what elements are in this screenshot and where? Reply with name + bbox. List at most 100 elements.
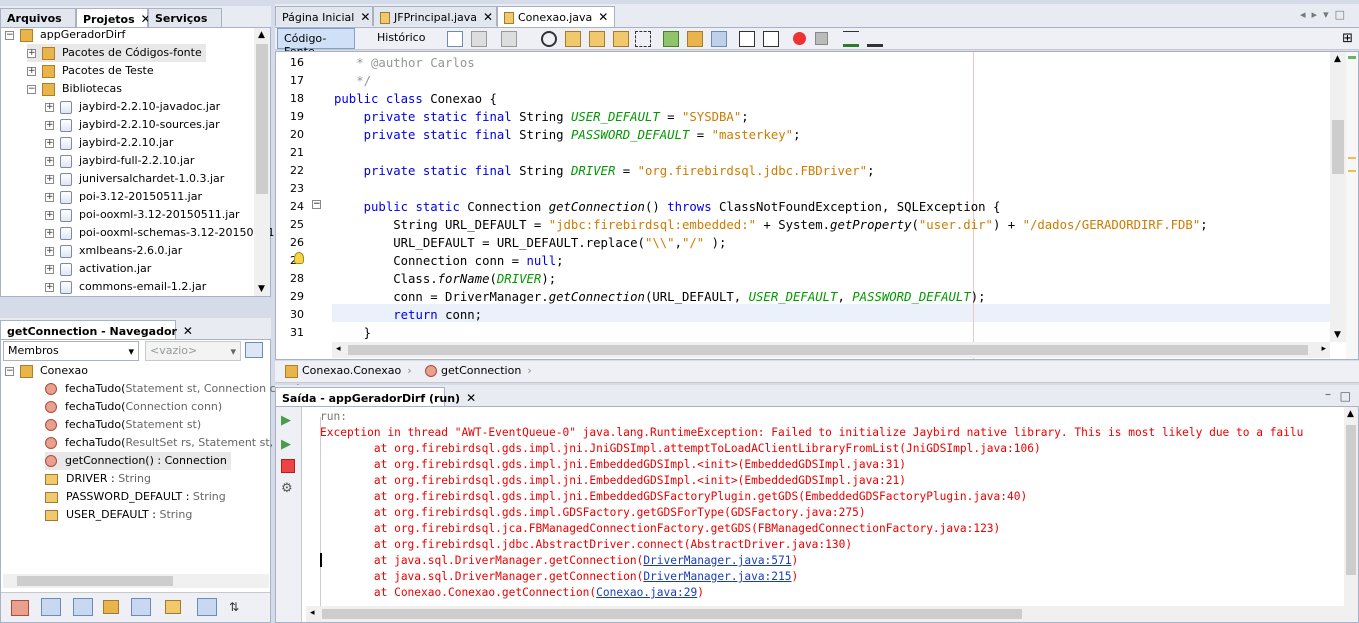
library-item[interactable]: + juniversalchardet-1.0.3.jar — [45, 170, 224, 188]
close-icon[interactable]: ✕ — [183, 324, 193, 338]
code-line[interactable]: Class.forName(DRIVER); — [334, 270, 556, 288]
back-icon[interactable] — [447, 31, 463, 47]
close-icon[interactable]: ✕ — [598, 10, 608, 24]
code-line[interactable]: } — [334, 324, 371, 342]
library-item[interactable]: + jaybird-2.2.10.jar — [45, 134, 173, 152]
close-icon[interactable]: ✕ — [483, 10, 493, 24]
shift-right-icon[interactable] — [763, 31, 779, 47]
editor-hscrollbar[interactable]: ◂ ▸ — [332, 342, 1330, 358]
library-item[interactable]: + jaybird-2.2.10-sources.jar — [45, 116, 220, 134]
fold-icon[interactable]: − — [312, 200, 321, 209]
sort-icon[interactable] — [165, 600, 181, 614]
editor-vscrollbar[interactable]: ▲ ▼ — [1330, 52, 1346, 342]
navigator-member[interactable]: fechaTudo(Statement st) — [45, 416, 201, 434]
uncomment-icon[interactable] — [867, 31, 883, 47]
static-toggle-icon[interactable] — [73, 598, 93, 616]
tree-root[interactable]: − appGeradorDirf — [5, 26, 125, 44]
navigator-member[interactable]: fechaTudo(Connection conn) — [45, 398, 222, 416]
code-line[interactable]: URL_DEFAULT = URL_DEFAULT.replace("\\","… — [334, 234, 726, 252]
close-icon[interactable]: ✕ — [466, 391, 476, 405]
tab-navigator[interactable]: getConnection - Navegador ✕ — [0, 320, 193, 341]
output-vscrollbar[interactable]: ▲ — [1344, 407, 1358, 622]
close-icon[interactable]: ✕ — [360, 10, 370, 24]
code-line[interactable]: private static final String USER_DEFAULT… — [334, 108, 749, 126]
find-previous-icon[interactable] — [565, 31, 581, 47]
stacktrace-link[interactable]: DriverManager.java:571 — [643, 554, 791, 567]
tree-node-libs[interactable]: − Bibliotecas — [27, 80, 122, 98]
output-hscrollbar[interactable]: ◂ — [306, 606, 1344, 622]
code-line[interactable]: Connection conn = null; — [334, 252, 563, 270]
lock-icon[interactable] — [103, 600, 119, 614]
comment-icon[interactable] — [843, 31, 859, 47]
tree-node-tests[interactable]: + Pacotes de Teste — [27, 62, 154, 80]
library-item[interactable]: + poi-ooxml-3.12-20150511.jar — [45, 206, 240, 224]
navigator-member[interactable]: fechaTudo(ResultSet rs, Statement st, Co… — [45, 434, 298, 452]
code-line[interactable]: conn = DriverManager.getConnection(URL_D… — [334, 288, 985, 306]
tab-pagina-inicial[interactable]: Página Inicial ✕ — [275, 6, 373, 26]
code-line[interactable]: * @author Carlos — [334, 54, 474, 72]
library-item[interactable]: + poi-3.12-20150511.jar — [45, 188, 202, 206]
sort-by-name-icon[interactable] — [197, 598, 217, 616]
stacktrace-link[interactable]: DriverManager.java:215 — [643, 570, 791, 583]
toggle-bookmark-icon[interactable] — [711, 31, 727, 47]
next-bookmark-icon[interactable] — [687, 31, 703, 47]
breadcrumb-method[interactable]: getConnection › — [425, 364, 532, 377]
record-macro-icon[interactable] — [793, 32, 806, 45]
navigator-member[interactable]: PASSWORD_DEFAULT : String — [45, 488, 226, 506]
navigator-options-icon[interactable] — [245, 342, 263, 358]
forward-icon[interactable] — [471, 31, 487, 47]
last-edit-icon[interactable] — [501, 31, 517, 47]
code-line[interactable]: return conn; — [334, 306, 482, 324]
view-source-button[interactable]: Código-Fonte — [277, 28, 355, 58]
code-line[interactable]: */ — [334, 72, 371, 90]
projects-scrollbar[interactable]: ▲ ▼ — [254, 28, 270, 296]
code-editor[interactable]: 16171819202122232425262728293031 * @auth… — [275, 51, 1359, 360]
members-select[interactable]: Membros ▾ — [3, 341, 139, 361]
library-item[interactable]: + jaybird-2.2.10-javadoc.jar — [45, 98, 220, 116]
view-history-button[interactable]: Histórico — [371, 28, 431, 49]
empty-select[interactable]: <vazio> ▾ — [145, 341, 241, 361]
lightbulb-hint-icon[interactable] — [294, 252, 304, 264]
settings-icon[interactable]: ⚙ — [281, 481, 293, 496]
toggle-highlight-icon[interactable] — [613, 31, 629, 47]
library-item[interactable]: + commons-email-1.2.jar — [45, 278, 206, 296]
navigator-hscrollbar[interactable] — [3, 574, 269, 588]
code-line[interactable]: String URL_DEFAULT = "jdbc:firebirdsql:e… — [334, 216, 1207, 234]
split-icon[interactable]: ⊞ — [1342, 31, 1353, 46]
minimize-icon[interactable]: – — [1325, 387, 1331, 401]
navigator-member[interactable]: fechaTudo(Statement st, Connection conn) — [45, 380, 301, 398]
tab-output[interactable]: Saída - appGeradorDirf (run) ✕ — [275, 387, 476, 408]
members-icon[interactable] — [11, 600, 29, 616]
find-icon[interactable] — [541, 31, 557, 47]
sort-by-source-icon[interactable]: ⇅ — [229, 600, 245, 614]
stop-macro-icon[interactable] — [815, 32, 828, 45]
breadcrumb-class[interactable]: Conexao.Conexao › — [285, 364, 412, 378]
tab-nav-arrows[interactable]: ◂▸▾□ — [1300, 8, 1351, 21]
stop-icon[interactable] — [281, 459, 295, 473]
code-line[interactable]: public static Connection getConnection()… — [334, 198, 1001, 216]
stacktrace-link[interactable]: Conexao.java:29 — [596, 586, 697, 599]
maximize-icon[interactable]: □ — [1340, 389, 1351, 403]
navigator-member[interactable]: DRIVER : String — [45, 470, 151, 488]
code-line[interactable]: private static final String DRIVER = "or… — [334, 162, 875, 180]
tab-conexao[interactable]: Conexao.java ✕ — [497, 6, 615, 27]
prev-bookmark-icon[interactable] — [663, 31, 679, 47]
code-line[interactable]: public class Conexao { — [334, 90, 497, 108]
find-next-icon[interactable] — [589, 31, 605, 47]
tab-jfprincipal[interactable]: JFPrincipal.java ✕ — [373, 6, 497, 26]
fields-toggle-icon[interactable] — [41, 598, 61, 616]
library-item[interactable]: + xmlbeans-2.6.0.jar — [45, 242, 182, 260]
rerun-icon[interactable]: ▶ — [281, 413, 291, 428]
code-line[interactable]: private static final String PASSWORD_DEF… — [334, 126, 801, 144]
navigator-member[interactable]: getConnection() : Connection — [45, 452, 231, 470]
navigator-class[interactable]: − Conexao — [5, 362, 88, 380]
shift-left-icon[interactable] — [739, 31, 755, 47]
rerun-params-icon[interactable]: ▶ — [281, 437, 291, 452]
library-item[interactable]: + activation.jar — [45, 260, 151, 278]
navigator-member[interactable]: USER_DEFAULT : String — [45, 506, 192, 524]
rectangular-select-icon[interactable] — [635, 31, 651, 47]
tab-servicos[interactable]: Serviços — [148, 8, 222, 28]
tab-arquivos[interactable]: Arquivos — [0, 8, 76, 28]
inherited-toggle-icon[interactable] — [131, 598, 151, 616]
library-item[interactable]: + poi-ooxml-schemas-3.12-20150511 — [45, 224, 274, 242]
